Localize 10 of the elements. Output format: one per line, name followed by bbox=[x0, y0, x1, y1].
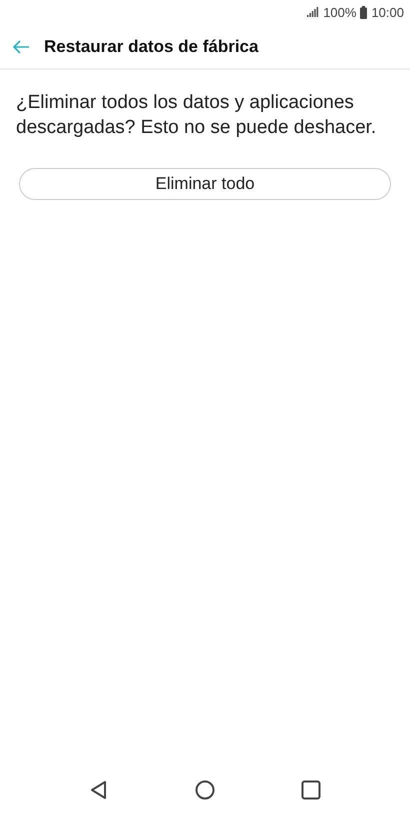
battery-icon bbox=[360, 6, 368, 19]
clock-time: 10:00 bbox=[371, 5, 404, 20]
back-nav-icon[interactable] bbox=[89, 780, 109, 800]
signal-icon bbox=[307, 7, 320, 18]
recents-nav-icon[interactable] bbox=[301, 780, 321, 800]
screen-title: Restaurar datos de fábrica bbox=[44, 36, 258, 56]
confirmation-message: ¿Eliminar todos los datos y aplicaciones descargadas? Esto no se puede deshacer. bbox=[16, 91, 378, 140]
erase-all-button[interactable]: Eliminar todo bbox=[19, 168, 391, 200]
home-nav-icon[interactable] bbox=[195, 780, 215, 800]
battery-percentage: 100% bbox=[323, 5, 356, 20]
